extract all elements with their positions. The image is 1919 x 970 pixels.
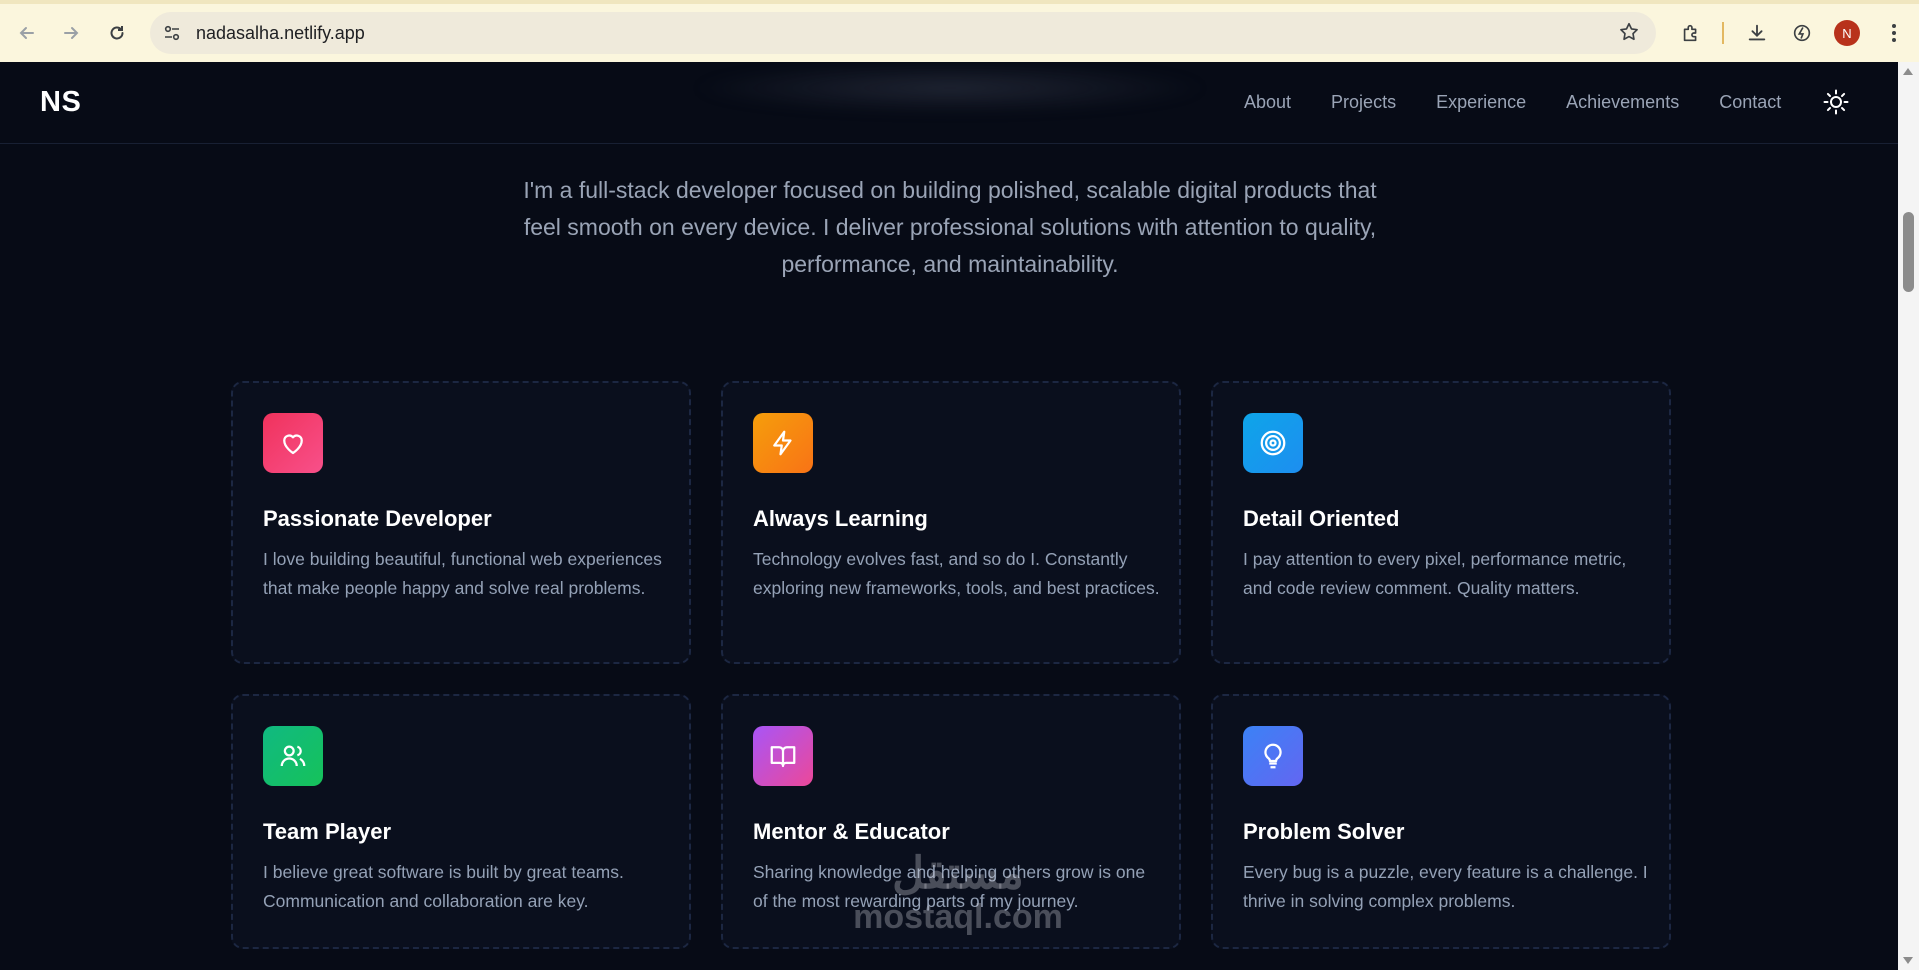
trait-card: Detail Oriented I pay attention to every… xyxy=(1211,381,1671,664)
card-title: Detail Oriented xyxy=(1243,506,1400,531)
card-description: I love building beautiful, functional we… xyxy=(263,549,662,598)
scroll-down-arrow-icon[interactable] xyxy=(1903,957,1913,964)
watermark-latin: mostaql.com xyxy=(853,898,1063,936)
url-text[interactable]: nadasalha.netlify.app xyxy=(196,23,365,44)
menu-dots-icon[interactable] xyxy=(1879,18,1909,48)
page-viewport: NS About Projects Experience Achievement… xyxy=(0,62,1898,970)
card-description: I believe great software is built by gre… xyxy=(263,862,624,911)
main-nav: About Projects Experience Achievements C… xyxy=(1244,92,1821,113)
nav-about[interactable]: About xyxy=(1244,92,1291,113)
users-icon xyxy=(263,726,323,786)
reload-icon[interactable] xyxy=(102,18,132,48)
card-title: Always Learning xyxy=(753,506,928,531)
bookmark-star-icon[interactable] xyxy=(1618,21,1640,49)
card-description: I pay attention to every pixel, performa… xyxy=(1243,549,1627,598)
trait-card: Passionate Developer I love building bea… xyxy=(231,381,691,664)
intro-paragraph: I'm a full-stack developer focused on bu… xyxy=(520,172,1380,283)
nav-achievements[interactable]: Achievements xyxy=(1566,92,1679,113)
trait-card: Problem Solver Every bug is a puzzle, ev… xyxy=(1211,694,1671,949)
sun-icon[interactable] xyxy=(1822,88,1850,116)
page-scrollbar[interactable] xyxy=(1898,62,1919,970)
trait-card: Team Player I believe great software is … xyxy=(231,694,691,949)
card-description: Technology evolves fast, and so do I. Co… xyxy=(753,549,1160,598)
card-title: Problem Solver xyxy=(1243,819,1405,844)
scroll-up-arrow-icon[interactable] xyxy=(1903,68,1913,75)
forward-arrow-icon[interactable] xyxy=(56,18,86,48)
intro-line: performance, and maintainability. xyxy=(781,251,1119,277)
watermark-arabic: مستقل xyxy=(892,849,1024,898)
back-arrow-icon[interactable] xyxy=(12,18,42,48)
heart-icon xyxy=(263,413,323,473)
scrollbar-thumb[interactable] xyxy=(1903,212,1914,292)
site-info-icon[interactable] xyxy=(162,23,182,43)
lightning-icon xyxy=(753,413,813,473)
book-icon xyxy=(753,726,813,786)
tab-strip-edge xyxy=(0,0,1919,4)
card-title: Passionate Developer xyxy=(263,506,492,531)
download-icon[interactable] xyxy=(1742,18,1772,48)
extensions-icon[interactable] xyxy=(1676,18,1706,48)
intro-line: I'm a full-stack developer focused on bu… xyxy=(523,177,1377,203)
browser-toolbar: nadasalha.netlify.app N xyxy=(0,0,1919,62)
intro-line: feel smooth on every device. I deliver p… xyxy=(523,214,1377,240)
toolbar-divider xyxy=(1722,22,1724,44)
target-icon xyxy=(1243,413,1303,473)
card-title: Team Player xyxy=(263,819,392,844)
profile-avatar[interactable]: N xyxy=(1834,20,1860,46)
site-logo[interactable]: NS xyxy=(40,86,81,119)
card-description: Every bug is a puzzle, every feature is … xyxy=(1243,862,1648,911)
address-bar[interactable]: nadasalha.netlify.app xyxy=(150,12,1656,54)
watermark: مستقل mostaql.com xyxy=(842,849,1074,936)
trait-card: Always Learning Technology evolves fast,… xyxy=(721,381,1181,664)
lightbulb-icon xyxy=(1243,726,1303,786)
nav-projects[interactable]: Projects xyxy=(1331,92,1396,113)
nav-experience[interactable]: Experience xyxy=(1436,92,1526,113)
card-title: Mentor & Educator xyxy=(753,819,950,844)
site-header: NS About Projects Experience Achievement… xyxy=(0,62,1898,144)
blurred-header-backdrop xyxy=(690,62,1210,114)
nav-contact[interactable]: Contact xyxy=(1719,92,1781,113)
performance-icon[interactable] xyxy=(1787,18,1817,48)
